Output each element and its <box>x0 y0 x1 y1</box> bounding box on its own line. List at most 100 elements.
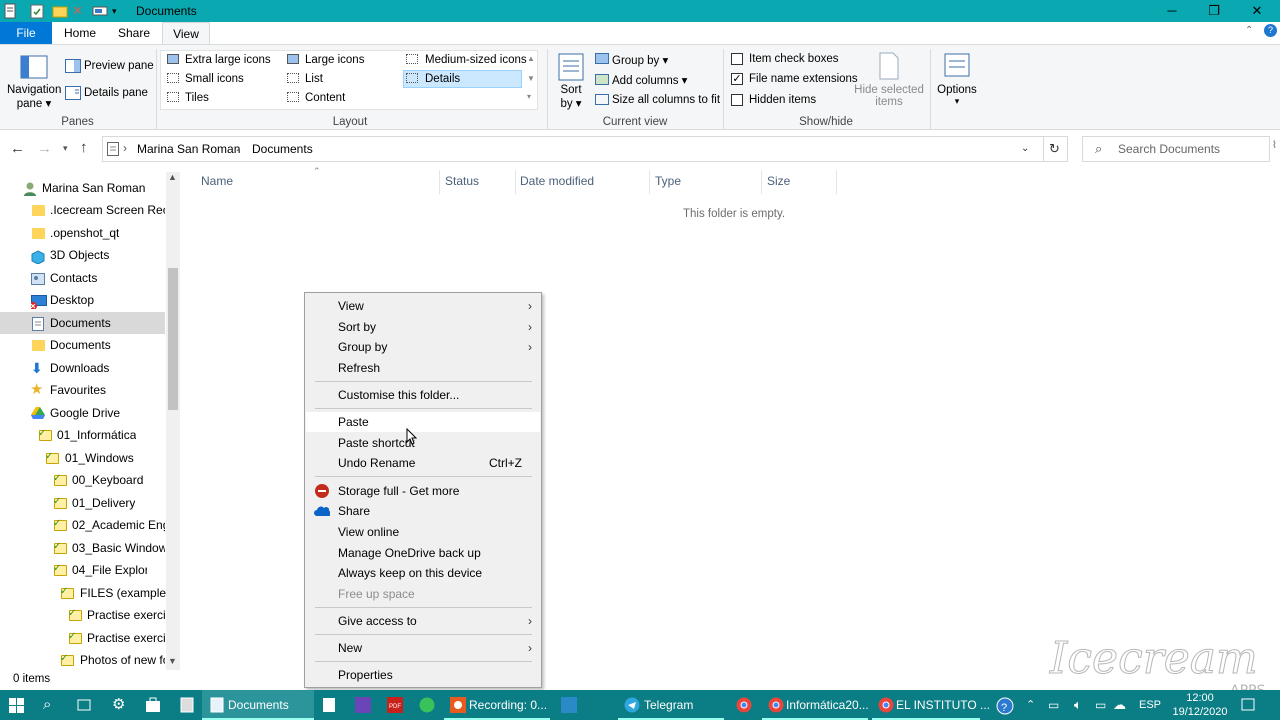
pdf-icon[interactable]: PDF <box>387 697 403 713</box>
nav-item-google-drive[interactable]: Google Drive <box>50 402 120 424</box>
collapse-ribbon-icon[interactable]: ⌃ <box>1245 25 1253 36</box>
search-box[interactable]: ⌕ Search Documents <box>1082 136 1270 162</box>
column-name[interactable]: Name <box>201 174 233 190</box>
column-date-modified[interactable]: Date modified <box>520 174 594 190</box>
taskbar-instituto-button[interactable]: EL INSTITUTO ... <box>872 690 990 720</box>
properties-icon[interactable] <box>30 3 46 19</box>
file-name-extensions-label[interactable]: File name extensions <box>749 73 858 85</box>
help-icon[interactable]: ? <box>1264 24 1277 37</box>
menu-item-paste-shortcut[interactable]: Paste shortcut <box>306 433 540 453</box>
notifications-icon[interactable] <box>1240 697 1256 713</box>
details-pane-button[interactable]: Details pane <box>84 87 148 99</box>
address-dropdown-icon[interactable]: ⌄ <box>1021 143 1029 154</box>
nav-scroll-thumb[interactable] <box>168 268 178 410</box>
group-by-button[interactable]: Group by ▾ <box>612 53 668 67</box>
restore-icon[interactable]: ❐ <box>1204 2 1224 20</box>
search-icon[interactable]: ⌕ <box>43 690 51 720</box>
gallery-down-icon[interactable]: ▼ <box>527 74 535 83</box>
layout-extra-large-icons[interactable]: Extra large icons <box>185 54 271 66</box>
clock[interactable]: 12:00 19/12/2020 <box>1172 691 1228 719</box>
nav-item-photos[interactable]: Photos of new folder <box>80 649 165 671</box>
nav-item-file-explorer[interactable]: 04_File Explorer <box>72 559 147 581</box>
taskbar-telegram-button[interactable]: Telegram <box>618 690 724 720</box>
nav-item-favourites[interactable]: Favourites <box>50 379 106 401</box>
nav-item-downloads[interactable]: Downloads <box>50 357 109 379</box>
nav-item-keyboard[interactable]: 00_Keyboard <box>72 469 143 491</box>
taskbar-recording-button[interactable]: Recording: 0... <box>444 690 550 720</box>
item-check-boxes-label[interactable]: Item check boxes <box>749 53 838 65</box>
app-icon[interactable] <box>4 3 20 19</box>
menu-item-group-by[interactable]: Group by › <box>306 337 540 357</box>
menu-item-give-access[interactable]: Give access to › <box>306 611 540 631</box>
new-folder-icon[interactable] <box>52 3 68 19</box>
menu-item-properties[interactable]: Properties <box>306 665 540 685</box>
nav-item-windows[interactable]: 01_Windows <box>65 447 134 469</box>
layout-details[interactable]: Details <box>425 73 460 85</box>
task-view-icon[interactable] <box>76 697 92 713</box>
rename-icon[interactable] <box>92 3 108 19</box>
nav-item-desktop[interactable]: Desktop <box>50 289 94 311</box>
layout-medium-icons[interactable]: Medium-sized icons <box>425 54 527 66</box>
tab-file[interactable]: File <box>0 22 52 44</box>
layout-details-selected[interactable] <box>403 70 522 88</box>
network-app-icon[interactable] <box>561 697 577 713</box>
menu-item-share[interactable]: Share <box>306 501 540 521</box>
layout-large-icons[interactable]: Large icons <box>305 54 364 66</box>
refresh-icon[interactable]: ↻ <box>1049 141 1060 157</box>
store-icon[interactable] <box>145 697 161 713</box>
size-all-columns-button[interactable]: Size all columns to fit <box>612 94 720 106</box>
file-name-extensions-checkbox[interactable]: ✓ <box>731 73 743 85</box>
menu-item-storage-full[interactable]: Storage full - Get more <box>306 481 540 501</box>
layout-small-icons[interactable]: Small icons <box>185 73 244 85</box>
menu-item-new[interactable]: New › <box>306 638 540 658</box>
scroll-up-icon[interactable]: ▲ <box>168 172 177 182</box>
breadcrumb-documents[interactable]: Documents <box>252 142 313 156</box>
windows-start-icon[interactable] <box>9 698 25 714</box>
menu-item-view[interactable]: View › <box>306 296 540 316</box>
nav-item-contacts[interactable]: Contacts <box>50 267 97 289</box>
layout-list[interactable]: List <box>305 73 323 85</box>
nav-item-documents-folder[interactable]: Documents <box>50 334 111 356</box>
menu-item-view-online[interactable]: View online <box>306 522 540 542</box>
tab-share[interactable]: Share <box>110 22 158 44</box>
nav-item-files-examples[interactable]: FILES (examples) <box>80 582 176 604</box>
onedrive-tray-icon[interactable]: ☁ <box>1113 690 1126 720</box>
address-bar[interactable]: › Marina San Roman › Documents ⌄ ↻ <box>102 136 1068 162</box>
show-hidden-icons-icon[interactable]: ⌃ <box>1026 690 1035 720</box>
notepad-icon[interactable] <box>322 697 338 713</box>
column-size[interactable]: Size <box>767 174 790 190</box>
column-status[interactable]: Status <box>445 174 479 190</box>
taskbar-informatica-button[interactable]: Informática20... <box>762 690 869 720</box>
layout-tiles[interactable]: Tiles <box>185 92 209 104</box>
menu-item-sort-by[interactable]: Sort by › <box>306 317 540 337</box>
menu-item-manage-onedrive[interactable]: Manage OneDrive back up <box>306 543 540 563</box>
up-arrow-icon[interactable]: ↑ <box>80 139 88 156</box>
back-arrow-icon[interactable]: ← <box>10 140 25 157</box>
nav-item-documents-selected[interactable]: Documents <box>50 312 111 334</box>
nav-item-practise-2[interactable]: Practise exercises <box>87 627 165 649</box>
nav-item-openshot[interactable]: .openshot_qt <box>50 222 119 244</box>
hidden-items-label[interactable]: Hidden items <box>749 94 816 106</box>
hidden-items-checkbox[interactable] <box>731 94 743 106</box>
tab-view[interactable]: View <box>162 22 210 44</box>
menu-item-undo-rename[interactable]: Undo Rename Ctrl+Z <box>306 453 540 473</box>
menu-item-customise[interactable]: Customise this folder... <box>306 385 540 405</box>
battery-icon[interactable]: ▭ <box>1095 690 1106 720</box>
column-divider[interactable] <box>836 170 837 194</box>
network-icon[interactable]: ▭ <box>1048 690 1059 720</box>
gallery-up-icon[interactable]: ▲ <box>527 54 535 63</box>
options-button[interactable]: Options ▾ <box>934 84 980 107</box>
help-tray-icon[interactable]: ? <box>996 697 1014 715</box>
nav-item-basic-windows[interactable]: 03_Basic Windows <box>72 537 165 559</box>
calculator-icon[interactable] <box>179 697 195 713</box>
layout-content[interactable]: Content <box>305 92 345 104</box>
preview-pane-button[interactable]: Preview pane <box>84 60 154 72</box>
nav-item-informatica[interactable]: 01_Informática <box>57 424 136 446</box>
breadcrumb-marina[interactable]: Marina San Roman <box>137 142 240 156</box>
recent-locations-icon[interactable]: ▾ <box>63 143 68 154</box>
scroll-down-icon[interactable]: ▼ <box>168 656 177 666</box>
nav-item-3d-objects[interactable]: 3D Objects <box>50 244 109 266</box>
column-divider[interactable] <box>515 170 516 194</box>
nav-item-academic-english[interactable]: 02_Academic English <box>72 514 165 536</box>
taskbar-documents-button[interactable]: Documents <box>202 690 314 720</box>
